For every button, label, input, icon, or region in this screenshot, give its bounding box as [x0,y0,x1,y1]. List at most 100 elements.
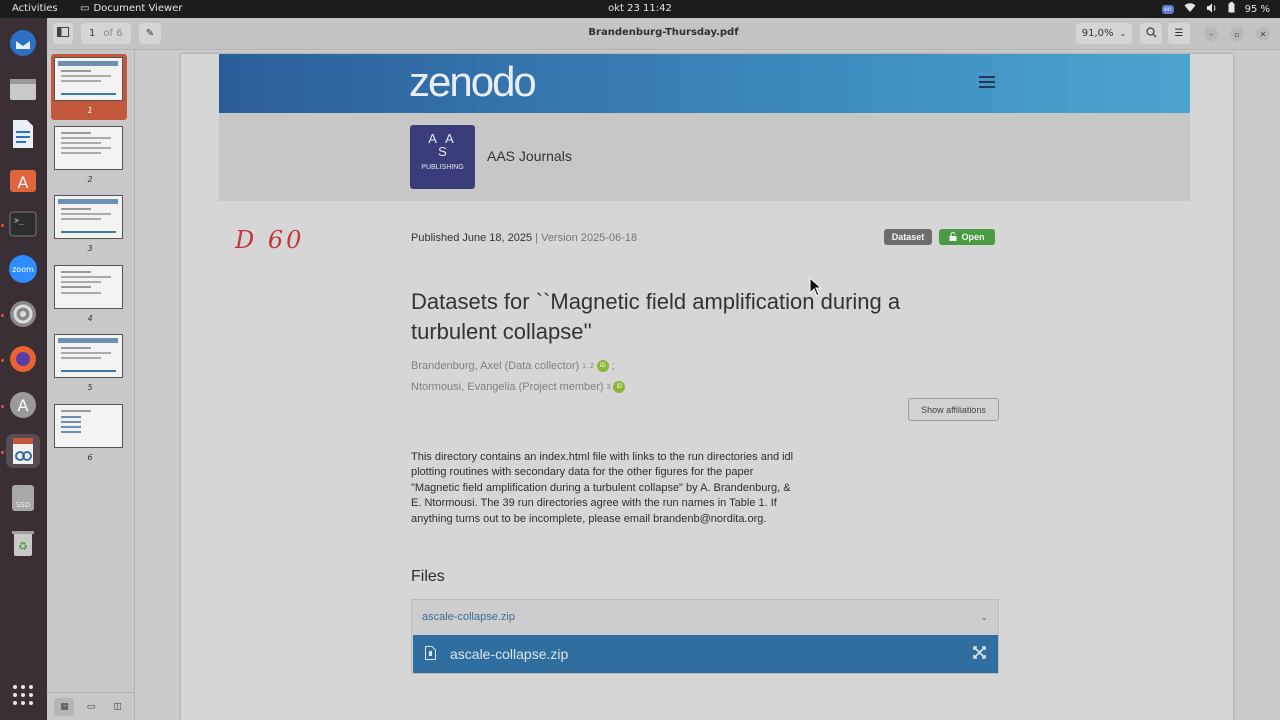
comment-icon: ▭ [86,701,96,712]
thumbnail-label: 1 [87,106,93,115]
document-view[interactable]: zenodo A A S PUBLISHING AAS Journals D 6… [135,50,1280,720]
files-icon[interactable] [6,72,40,106]
maximize-button[interactable]: ▫ [1230,27,1244,41]
svg-text:>_: >_ [14,216,24,225]
creator-separator: ; [611,360,615,372]
grid-icon: ▦ [60,701,69,712]
page-thumbnail-3[interactable] [54,195,123,239]
orcid-icon[interactable]: iD [613,381,626,393]
orcid-icon[interactable]: iD [596,360,609,372]
battery-percentage: 95 % [1244,3,1270,15]
zoom-icon-label: zoom [12,265,34,274]
ssd-drive-icon[interactable]: SSD [6,481,40,515]
trash-icon[interactable]: ♻ [6,526,40,560]
document-title: Brandenburg-Thursday.pdf [588,27,739,38]
terminal-icon[interactable]: >_ [6,207,40,241]
thumbnails-view-button[interactable]: ▦ [54,697,75,716]
page-thumbnail-1[interactable] [54,57,123,101]
settings-icon[interactable] [6,297,40,331]
thumbnail-label: 5 [87,383,93,392]
record-title: Datasets for ``Magnetic field amplificat… [411,289,901,344]
pencil-icon: ✎ [145,28,155,39]
system-tray[interactable]: en 95 % [1162,2,1270,16]
maximize-icon: ▫ [1234,29,1240,39]
unlock-icon [949,231,957,243]
sidebar-icon [57,27,69,40]
show-apps-icon[interactable] [6,678,40,712]
running-indicator [1,224,4,227]
header-bar: 1 of 6 ✎ Brandenburg-Thursday.pdf 91,0% … [47,18,1280,50]
thunderbird-icon[interactable] [6,26,40,60]
affiliation-numbers: 1, 2 [582,362,594,370]
thumbnail-label: 6 [87,453,93,462]
zenodo-header: zenodo [219,54,1190,113]
file-icon [425,645,436,663]
record-description: This directory contains an index.html fi… [411,451,794,525]
document-viewer-small-icon: ▭ [80,3,90,14]
updater-icon[interactable]: A [6,388,40,422]
affiliation-numbers: 3 [606,383,611,391]
sidebar-toggle-button[interactable] [53,23,73,44]
minimize-button[interactable]: – [1204,27,1218,41]
published-date: Published June 18, 2025 [411,232,533,244]
running-indicator [1,405,4,408]
page-thumbnail-5[interactable] [54,334,123,378]
chevron-down-icon: ⌄ [1119,29,1127,38]
community-band: A A S PUBLISHING AAS Journals [219,113,1190,201]
pdf-page: zenodo A A S PUBLISHING AAS Journals D 6… [181,54,1233,720]
annotations-view-button[interactable]: ▭ [81,698,101,716]
zenodo-logo: zenodo [409,58,537,105]
zoom-select[interactable]: 91,0% ⌄ [1076,23,1132,44]
aas-publishing-logo: A A S PUBLISHING [410,125,475,189]
keyboard-layout-indicator[interactable]: en [1162,4,1174,14]
current-page[interactable]: 1 [89,28,95,39]
creator-2: Ntormousi, Evangelia (Project member) 3 … [411,381,626,393]
main-menu-button[interactable]: ☰ [1168,23,1190,44]
file-row[interactable]: ascale-collapse.zip [413,635,998,673]
battery-icon [1228,2,1235,16]
files-accordion-header[interactable]: ascale-collapse.zip ⌄ [412,600,998,634]
activities-button[interactable]: Activities [12,3,58,14]
firefox-icon[interactable] [6,342,40,376]
thumbnail-sidebar: 1 2 3 4 5 6 ▦ ▭ ◫ [47,50,135,720]
page-thumbnail-2[interactable] [54,126,123,170]
volume-icon [1206,3,1218,16]
app-menu-label: Document Viewer [93,3,183,14]
creator-name: Brandenburg, Axel (Data collector) [411,360,580,372]
page-thumbnail-6[interactable] [54,404,123,448]
files-heading: Files [411,568,445,585]
creator-name: Ntormousi, Evangelia (Project member) [411,381,604,393]
bookmark-icon: ◫ [113,701,122,712]
close-button[interactable]: ✕ [1256,27,1270,41]
software-center-icon[interactable]: A [6,162,40,196]
aas-logo-bottom: PUBLISHING [421,164,464,171]
publication-info: Published June 18, 2025 | Version 2025-0… [411,232,637,244]
zoom-icon[interactable]: zoom [6,252,40,286]
document-viewer-window: 1 of 6 ✎ Brandenburg-Thursday.pdf 91,0% … [47,18,1280,720]
svg-text:A: A [18,173,29,192]
writer-icon[interactable] [6,117,40,151]
annotate-button[interactable]: ✎ [139,23,161,44]
search-button[interactable] [1140,23,1162,44]
page-number-field[interactable]: 1 of 6 [81,23,131,44]
dock: A >_ zoom A SSD ♻ [0,18,47,720]
thumbnail-label: 3 [87,244,93,253]
files-panel: ascale-collapse.zip ⌄ ascale-collapse.zi… [411,599,999,674]
creator-1: Brandenburg, Axel (Data collector) 1, 2 … [411,360,615,372]
show-affiliations-button[interactable]: Show affiliations [908,398,999,421]
handwritten-annotation: D 60 [235,226,305,254]
document-viewer-icon[interactable] [6,434,40,468]
app-menu[interactable]: ▭ Document Viewer [80,3,182,14]
hamburger-icon [979,76,995,88]
aas-logo-mid: S [438,144,447,159]
minimize-icon: – [1209,29,1213,39]
files-accordion-label: ascale-collapse.zip [422,611,515,623]
expand-icon[interactable] [973,646,986,662]
clock[interactable]: okt 23 11:42 [608,3,672,14]
thumbnail-label: 2 [87,175,93,184]
menu-icon: ☰ [1174,28,1184,39]
open-access-badge: Open [939,229,995,245]
bookmarks-view-button[interactable]: ◫ [108,698,128,716]
file-name: ascale-collapse.zip [450,646,569,662]
page-thumbnail-4[interactable] [54,265,123,309]
